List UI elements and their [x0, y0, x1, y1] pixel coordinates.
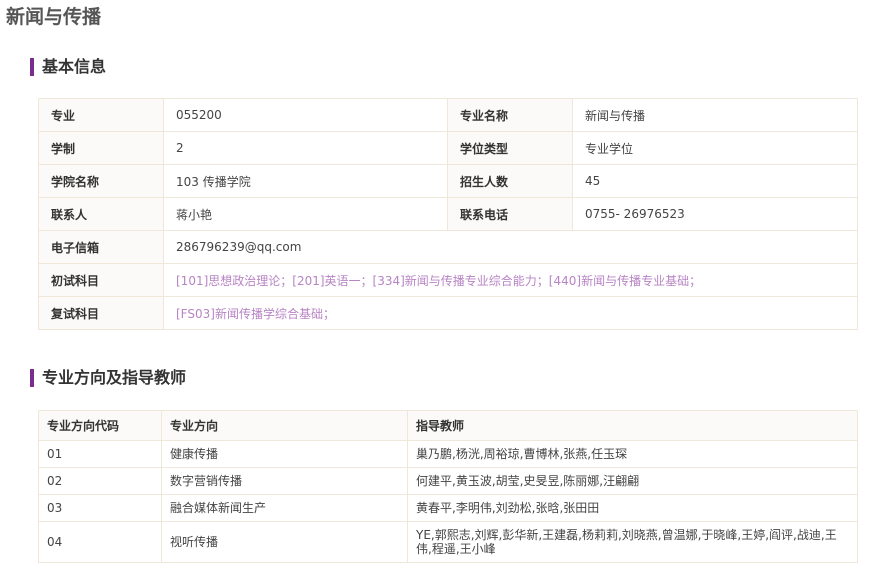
direction-name: 数字营销传播: [161, 467, 408, 495]
direction-name: 融合媒体新闻生产: [161, 494, 408, 522]
table-row: 04 视听传播 YE,郭熙志,刘辉,彭华新,王建磊,杨莉莉,刘晓燕,曾温娜,于晓…: [38, 521, 858, 563]
info-label: 复试科目: [38, 296, 164, 330]
prelim-subjects-link[interactable]: [101]思想政治理论；[201]英语一；[334]新闻与传播专业综合能力；[4…: [163, 263, 858, 297]
info-label: 联系人: [38, 197, 164, 231]
info-label: 招生人数: [447, 164, 573, 198]
info-value: 2: [163, 131, 448, 165]
info-row: 联系人 蒋小艳 联系电话 0755- 26976523: [38, 197, 858, 231]
direction-code: 04: [38, 521, 162, 563]
info-label: 联系电话: [447, 197, 573, 231]
page-title: 新闻与传播: [6, 6, 102, 28]
info-row: 学制 2 学位类型 专业学位: [38, 131, 858, 165]
info-label: 学制: [38, 131, 164, 165]
advisors: 巢乃鹏,杨洸,周裕琼,曹博林,张燕,任玉琛: [407, 440, 858, 468]
info-label: 专业: [38, 98, 164, 132]
info-value: 新闻与传播: [572, 98, 858, 132]
info-row-email: 电子信箱 286796239@qq.com: [38, 230, 858, 264]
table-header-row: 专业方向代码 专业方向 指导教师: [38, 410, 858, 441]
retest-subjects-link[interactable]: [FS03]新闻传播学综合基础；: [163, 296, 858, 330]
info-label: 电子信箱: [38, 230, 164, 264]
table-row: 02 数字营销传播 何建平,黄玉波,胡莹,史旻昱,陈丽娜,汪翩翩: [38, 467, 858, 495]
info-row-retest: 复试科目 [FS03]新闻传播学综合基础；: [38, 296, 858, 330]
direction-name: 视听传播: [161, 521, 408, 563]
info-label: 学院名称: [38, 164, 164, 198]
info-value: 专业学位: [572, 131, 858, 165]
info-label: 初试科目: [38, 263, 164, 297]
advisors: 何建平,黄玉波,胡莹,史旻昱,陈丽娜,汪翩翩: [407, 467, 858, 495]
basic-info-heading: 基本信息: [30, 57, 106, 77]
direction-name: 健康传播: [161, 440, 408, 468]
info-label: 学位类型: [447, 131, 573, 165]
info-value: 0755- 26976523: [572, 197, 858, 231]
info-value: 蒋小艳: [163, 197, 448, 231]
column-header: 专业方向代码: [38, 410, 162, 441]
info-value: 103 传播学院: [163, 164, 448, 198]
table-row: 03 融合媒体新闻生产 黄春平,李明伟,刘劲松,张晗,张田田: [38, 494, 858, 522]
column-header: 指导教师: [407, 410, 858, 441]
basic-info-table: 专业 055200 专业名称 新闻与传播 学制 2 学位类型 专业学位 学院名称…: [38, 98, 858, 330]
direction-code: 03: [38, 494, 162, 522]
info-value: 45: [572, 164, 858, 198]
info-row: 学院名称 103 传播学院 招生人数 45: [38, 164, 858, 198]
info-row-prelim: 初试科目 [101]思想政治理论；[201]英语一；[334]新闻与传播专业综合…: [38, 263, 858, 297]
advisors: 黄春平,李明伟,刘劲松,张晗,张田田: [407, 494, 858, 522]
info-row: 专业 055200 专业名称 新闻与传播: [38, 98, 858, 132]
directions-heading: 专业方向及指导教师: [30, 368, 186, 388]
column-header: 专业方向: [161, 410, 408, 441]
email-value: 286796239@qq.com: [163, 230, 858, 264]
info-label: 专业名称: [447, 98, 573, 132]
direction-code: 02: [38, 467, 162, 495]
info-value: 055200: [163, 98, 448, 132]
table-row: 01 健康传播 巢乃鹏,杨洸,周裕琼,曹博林,张燕,任玉琛: [38, 440, 858, 468]
direction-code: 01: [38, 440, 162, 468]
advisors: YE,郭熙志,刘辉,彭华新,王建磊,杨莉莉,刘晓燕,曾温娜,于晓峰,王婷,阎评,…: [407, 521, 858, 563]
directions-table: 专业方向代码 专业方向 指导教师 01 健康传播 巢乃鹏,杨洸,周裕琼,曹博林,…: [38, 410, 858, 563]
